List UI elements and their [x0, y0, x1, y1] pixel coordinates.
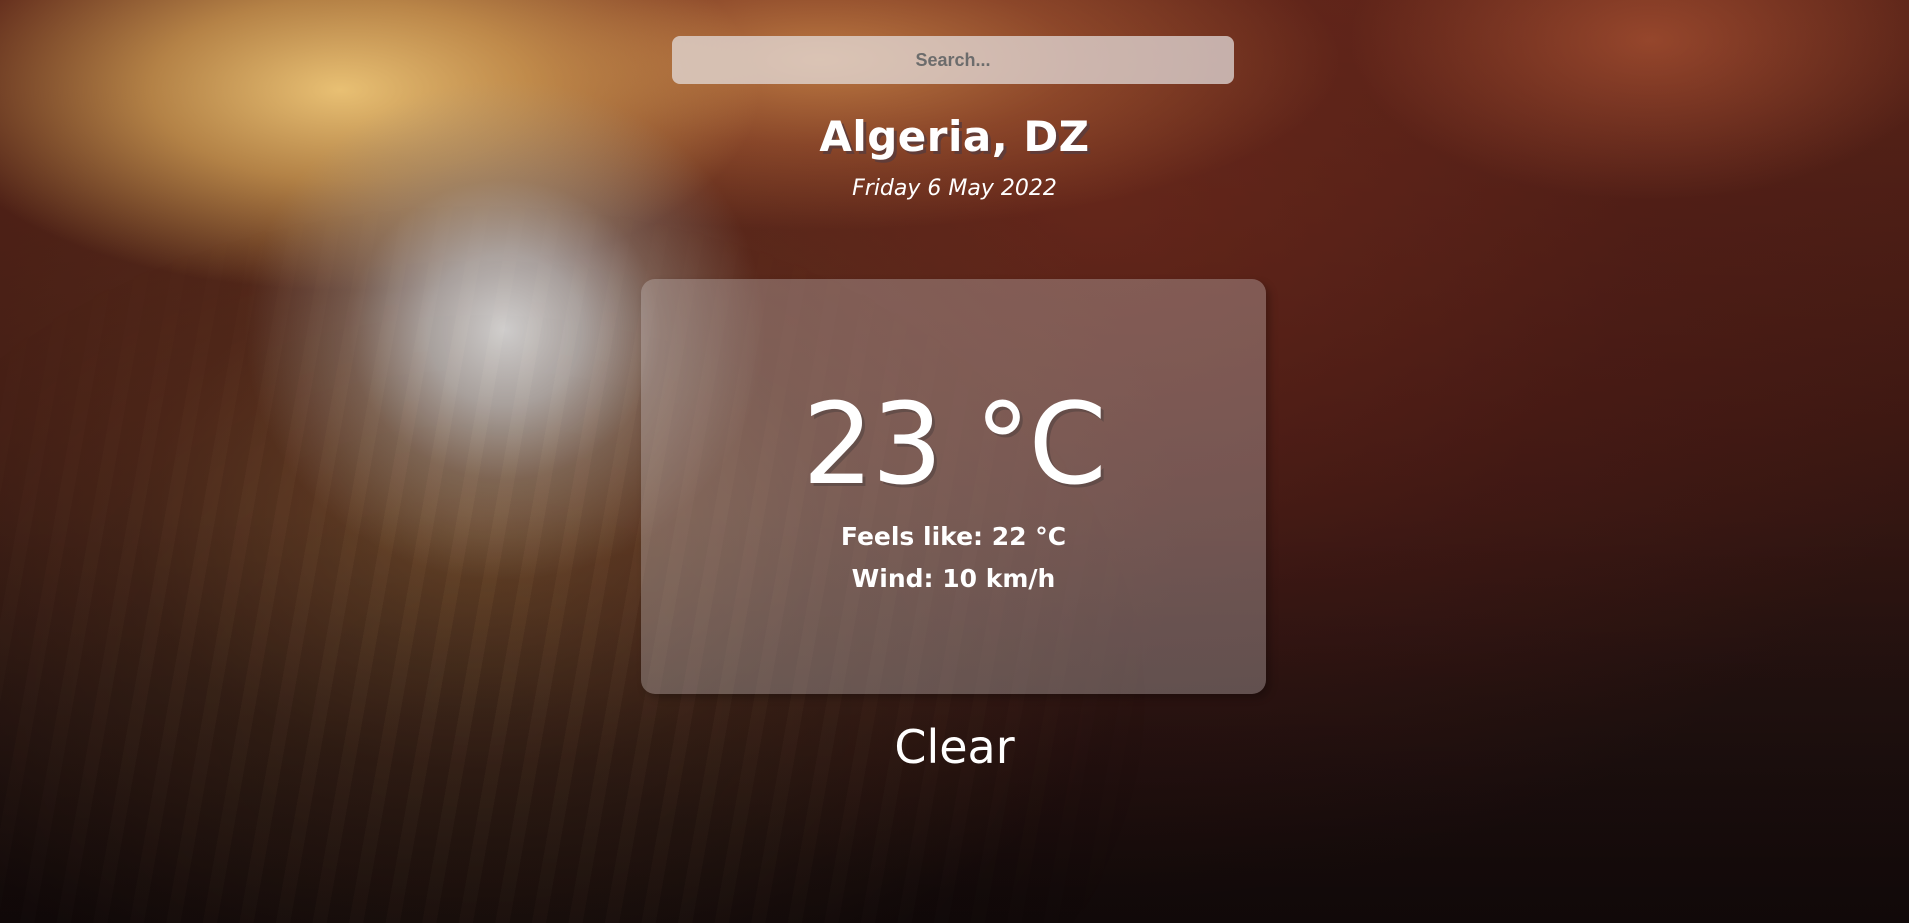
weather-condition: Clear [894, 720, 1015, 774]
weather-card: 23 °C Feels like: 22 °C Wind: 10 km/h [641, 279, 1266, 694]
feels-like-text: Feels like: 22 °C [840, 522, 1067, 551]
location-title: Algeria, DZ [819, 112, 1090, 161]
search-bar [672, 36, 1234, 84]
temperature-value: 23 °C [802, 380, 1106, 510]
search-input[interactable] [672, 36, 1234, 84]
current-date: Friday 6 May 2022 [852, 176, 1057, 201]
wind-speed-text: Wind: 10 km/h [851, 564, 1056, 593]
